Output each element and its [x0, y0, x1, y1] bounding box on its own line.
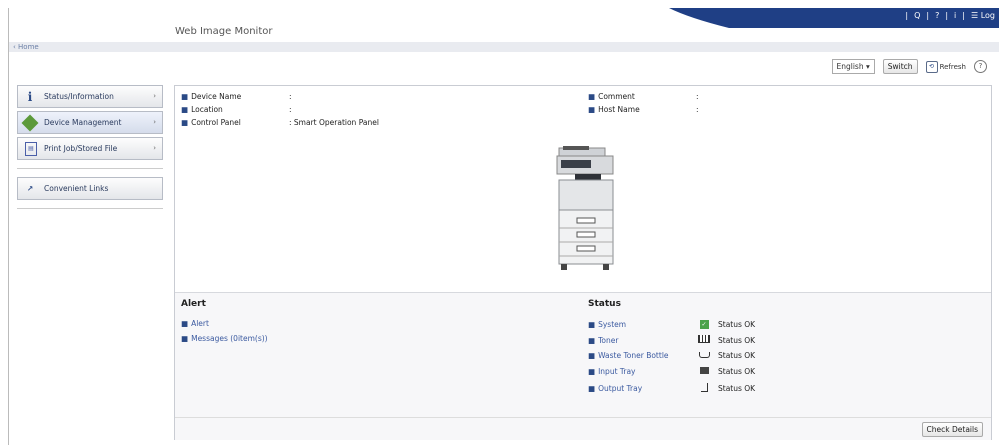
header: | Q | ? | i | ☰ Log Web Image Monitor: [9, 8, 999, 42]
status-row-toner: ■ Toner Status OK: [588, 335, 756, 345]
location-row: ■ Location :: [181, 105, 292, 114]
host-name-row: ■ Host Name :: [588, 105, 699, 114]
info-icon[interactable]: i: [954, 11, 956, 20]
input-tray-icon: [698, 367, 710, 376]
home-link[interactable]: ‹ Home: [13, 42, 39, 52]
status-title: Status: [588, 299, 621, 309]
status-row-system: ■ System ✓ Status OK: [588, 319, 756, 329]
lower-panel: Alert ■ Alert ■ Messages (0item(s)) Status…: [175, 292, 991, 440]
refresh-icon: ⟲: [925, 60, 938, 73]
info-icon: i: [27, 89, 33, 104]
language-select[interactable]: English ▾: [831, 59, 875, 74]
check-details-button[interactable]: Check Details: [921, 422, 983, 437]
help-icon[interactable]: ?: [935, 11, 939, 20]
sidebar-item-device-management[interactable]: Device Management ›: [17, 111, 163, 134]
output-tray-link[interactable]: ■ Output Tray: [588, 384, 698, 393]
logout-link[interactable]: ☰ Log: [971, 11, 995, 20]
search-icon[interactable]: Q: [914, 11, 920, 20]
links-icon: ↗: [26, 184, 34, 193]
device-name-row: ■ Device Name :: [181, 92, 292, 101]
browser-frame: | Q | ? | i | ☰ Log Web Image Monitor ‹ …: [8, 8, 999, 445]
printer-image: [556, 146, 614, 270]
help-button[interactable]: ?: [974, 60, 987, 73]
system-ok-icon: ✓: [699, 320, 709, 329]
alert-title: Alert: [181, 299, 206, 309]
toolbar: English ▾ Switch ⟲ Refresh ?: [831, 59, 987, 74]
app-title: Web Image Monitor: [175, 26, 273, 37]
waste-toner-link[interactable]: ■ Waste Toner Bottle: [588, 351, 698, 360]
waste-toner-icon: [698, 351, 710, 360]
switch-button[interactable]: Switch: [882, 59, 918, 74]
alert-link[interactable]: ■ Alert: [181, 319, 209, 328]
control-panel-row: ■ Control Panel : Smart Operation Panel: [181, 118, 379, 127]
status-row-input-tray: ■ Input Tray Status OK: [588, 367, 756, 376]
device-management-icon: [21, 114, 39, 131]
sidebar: i Status/Information › Device Management…: [17, 85, 163, 217]
chevron-right-icon: ›: [153, 144, 156, 152]
breadcrumb: ‹ Home: [9, 42, 999, 52]
header-tools: | Q | ? | i | ☰ Log: [905, 11, 995, 20]
input-tray-link[interactable]: ■ Input Tray: [588, 367, 698, 376]
messages-link[interactable]: ■ Messages (0item(s)): [181, 334, 268, 343]
refresh-button[interactable]: ⟲ Refresh: [925, 60, 966, 73]
status-row-output-tray: ■ Output Tray Status OK: [588, 383, 756, 394]
toner-icon: [698, 335, 710, 345]
sidebar-divider: [17, 208, 163, 209]
status-row-waste-toner: ■ Waste Toner Bottle Status OK: [588, 351, 756, 360]
print-job-icon: ▤: [25, 141, 37, 156]
panel-footer-divider: [175, 417, 991, 418]
output-tray-icon: [698, 383, 710, 394]
main-panel: ■ Device Name : ■ Location : ■ Control Pane…: [174, 85, 992, 440]
sidebar-divider: [17, 168, 163, 169]
system-link[interactable]: ■ System: [588, 320, 698, 329]
chevron-right-icon: ›: [153, 118, 156, 126]
sidebar-item-print-job[interactable]: ▤ Print Job/Stored File ›: [17, 137, 163, 160]
sidebar-item-convenient-links[interactable]: ↗ Convenient Links: [17, 177, 163, 200]
comment-row: ■ Comment :: [588, 92, 699, 101]
toner-link[interactable]: ■ Toner: [588, 336, 698, 345]
chevron-right-icon: ›: [153, 92, 156, 100]
sidebar-item-status-information[interactable]: i Status/Information ›: [17, 85, 163, 108]
